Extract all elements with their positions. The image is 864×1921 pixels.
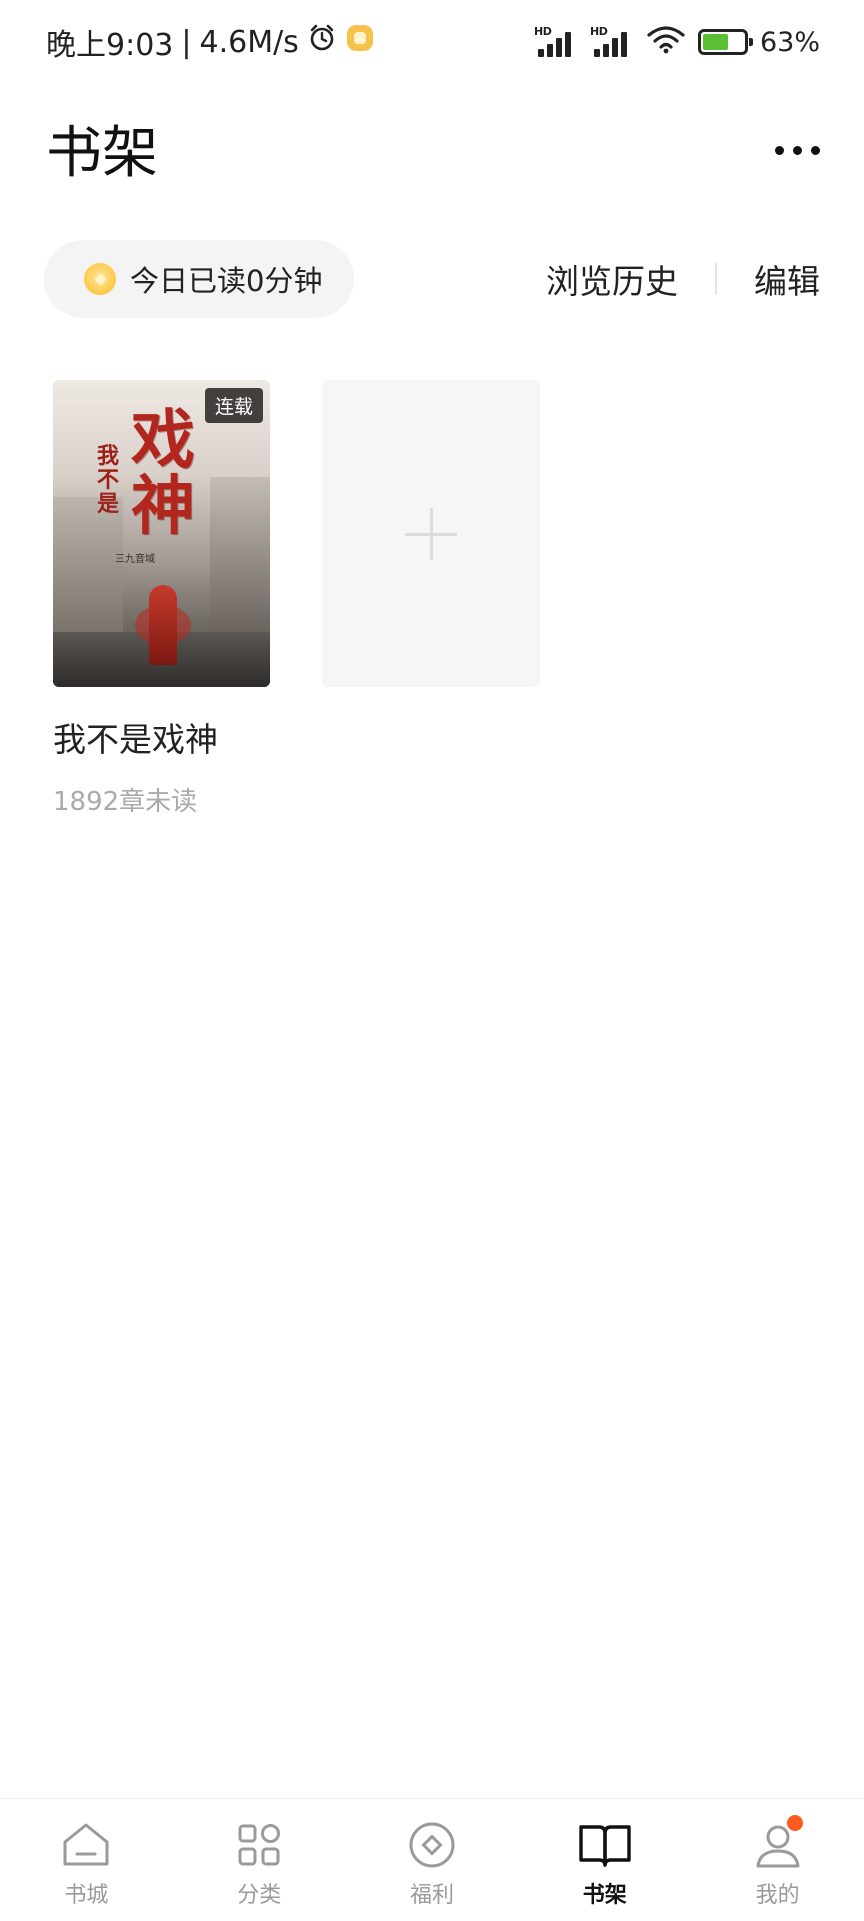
signal-hd-label: HD: [533, 25, 552, 38]
open-book-icon: [577, 1817, 633, 1873]
status-time: 晚上9:03: [46, 28, 174, 63]
divider: [715, 263, 717, 295]
cover-art-figure: [149, 585, 177, 665]
shelf-actions: 浏览历史 编辑: [546, 255, 820, 303]
cover-author: 三九音域: [115, 554, 155, 565]
tab-label: 书架: [582, 1883, 627, 1908]
tab-label: 福利: [409, 1883, 454, 1908]
status-left: 晚上9:03 | 4.6M/s: [46, 22, 375, 63]
more-dot-icon: [811, 146, 820, 155]
book-card[interactable]: 我不是 戏神 三九音域 连载 我不是戏神 1892章未读: [53, 380, 270, 818]
signal-icon-2: HD: [589, 25, 634, 57]
cover-title-large: 戏神: [131, 403, 195, 544]
notification-app-icon: [345, 23, 375, 61]
home-icon: [58, 1817, 114, 1873]
battery-percent: 63%: [759, 26, 820, 58]
tab-welfare[interactable]: 福利: [346, 1799, 519, 1921]
reading-time-label: 今日已读0分钟: [130, 264, 323, 298]
plus-icon: [405, 507, 457, 560]
tab-bookshelf[interactable]: 书架: [518, 1799, 691, 1921]
status-network-speed: 4.6M/s: [199, 24, 299, 60]
page-title: 书架: [46, 121, 158, 186]
status-separator: |: [181, 24, 192, 60]
battery-fill: [702, 34, 728, 50]
more-options-button[interactable]: [775, 146, 820, 155]
tab-mine[interactable]: 我的: [691, 1799, 864, 1921]
book-cover[interactable]: 我不是 戏神 三九音域 连载: [53, 380, 270, 687]
category-grid-icon: [231, 1817, 287, 1873]
tab-bookstore[interactable]: 书城: [0, 1799, 173, 1921]
edit-link[interactable]: 编辑: [754, 255, 820, 303]
signal-hd-label-2: HD: [589, 25, 608, 38]
coin-icon: [404, 1817, 460, 1873]
tab-label: 我的: [755, 1883, 800, 1908]
serial-status-badge: 连载: [204, 388, 263, 423]
tab-category[interactable]: 分类: [173, 1799, 346, 1921]
reading-time-pill[interactable]: 今日已读0分钟: [44, 240, 354, 318]
cover-title-small: 我不是: [97, 443, 120, 517]
alarm-icon: [307, 23, 337, 61]
more-dot-icon: [775, 146, 784, 155]
signal-icon: HD: [533, 25, 578, 57]
battery-icon: [697, 29, 753, 55]
bottom-tab-bar: 书城 分类 福利 书架 我的: [0, 1798, 864, 1921]
tab-label: 书城: [64, 1883, 109, 1908]
browse-history-link[interactable]: 浏览历史: [546, 255, 678, 303]
tab-label: 分类: [237, 1883, 282, 1908]
wifi-icon: [646, 24, 686, 61]
add-book-button[interactable]: [322, 380, 540, 687]
unread-chapters: 1892章未读: [53, 787, 198, 817]
more-dot-icon: [793, 146, 802, 155]
book-title[interactable]: 我不是戏神: [53, 713, 270, 761]
coin-icon: [84, 263, 116, 295]
status-bar: 晚上9:03 | 4.6M/s HD HD 63%: [0, 0, 864, 84]
status-right: HD HD 63%: [534, 22, 820, 62]
